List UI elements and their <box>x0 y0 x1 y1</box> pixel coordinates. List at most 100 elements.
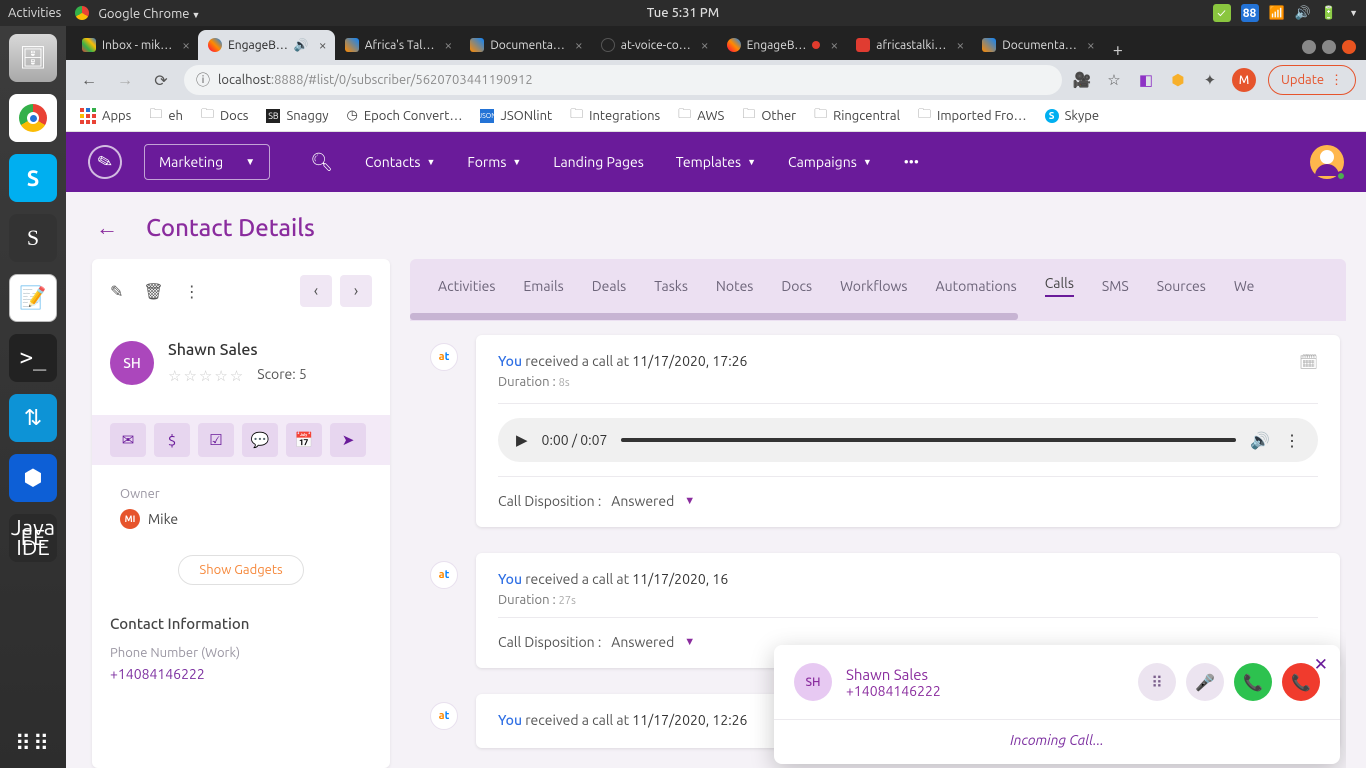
dialpad-button[interactable]: ⠿ <box>1138 663 1176 701</box>
task-action-icon[interactable]: ☑ <box>198 423 234 457</box>
star-rating[interactable]: ☆☆☆☆☆ <box>168 367 245 385</box>
schedule-action-icon[interactable]: 📅 <box>286 423 322 457</box>
launcher-gedit[interactable]: 📝 <box>9 274 57 322</box>
back-arrow[interactable]: ← <box>96 215 118 241</box>
tab-scrollbar[interactable] <box>410 313 1346 321</box>
tab-github[interactable]: at-voice-co…× <box>591 30 717 60</box>
extension-icon[interactable]: ◧ <box>1136 70 1156 90</box>
search-icon[interactable]: 🔍︎ <box>310 152 333 173</box>
nav-landing[interactable]: Landing Pages <box>553 154 643 170</box>
tab-sources[interactable]: Sources <box>1157 278 1206 294</box>
close-icon[interactable]: × <box>830 37 838 53</box>
launcher-ide[interactable]: Java EEIDE <box>9 514 57 562</box>
tab-more-cut[interactable]: We <box>1234 278 1254 294</box>
show-gadgets-button[interactable]: Show Gadgets <box>178 555 303 585</box>
forward-button[interactable]: → <box>112 67 138 93</box>
workspace-select[interactable]: Marketing▼ <box>144 144 270 180</box>
bm-aws[interactable]: 🗀AWS <box>678 105 724 127</box>
owner-value[interactable]: MI Mike <box>120 509 362 529</box>
tab-africastalking-2[interactable]: africastalki…× <box>846 30 972 60</box>
more-icon[interactable]: ⋮ <box>184 282 200 301</box>
tab-docs-1[interactable]: Documenta…× <box>460 30 590 60</box>
send-action-icon[interactable]: ➤ <box>330 423 366 457</box>
tab-inbox[interactable]: Inbox - mik…× <box>72 30 198 60</box>
audio-track[interactable] <box>621 438 1236 442</box>
reload-button[interactable]: ⟳ <box>148 67 174 93</box>
bm-snaggy[interactable]: SBSnaggy <box>266 109 328 123</box>
wifi-icon[interactable]: 📶 <box>1269 6 1285 21</box>
close-icon[interactable]: × <box>444 37 452 53</box>
bm-eh[interactable]: 🗀eh <box>149 105 183 127</box>
caller-name[interactable]: Shawn Sales <box>846 666 941 683</box>
tab-workflows[interactable]: Workflows <box>840 278 907 294</box>
battery-icon[interactable]: 🔋 <box>1321 6 1337 21</box>
nav-more[interactable]: ••• <box>904 154 919 170</box>
tab-notes[interactable]: Notes <box>716 278 753 294</box>
bm-imported[interactable]: 🗀Imported Fro… <box>918 105 1027 127</box>
deal-action-icon[interactable]: $ <box>154 423 190 457</box>
bm-ringcentral[interactable]: 🗀Ringcentral <box>814 105 900 127</box>
system-menu-caret[interactable]: ▼ <box>1349 8 1358 18</box>
bm-jsonlint[interactable]: JSONJSONlint <box>480 109 552 123</box>
close-icon[interactable]: × <box>575 37 583 53</box>
tab-automations[interactable]: Automations <box>936 278 1017 294</box>
extensions-puzzle-icon[interactable]: ✦ <box>1200 70 1220 90</box>
call-disposition[interactable]: Call Disposition : Answered▼ <box>498 493 1318 509</box>
launcher-hex[interactable]: ⬢ <box>9 454 57 502</box>
app-logo[interactable] <box>84 141 126 183</box>
nav-forms[interactable]: Forms▼ <box>467 154 521 170</box>
update-button[interactable]: Update⋮ <box>1268 65 1356 95</box>
tab-engagebay-2[interactable]: EngageB…× <box>717 30 847 60</box>
close-icon[interactable]: × <box>1087 37 1095 53</box>
tab-tasks[interactable]: Tasks <box>654 278 688 294</box>
back-button[interactable]: ← <box>76 67 102 93</box>
tab-africastalking[interactable]: Africa's Tal…× <box>335 30 461 60</box>
close-icon[interactable]: ✕ <box>1314 655 1328 675</box>
bm-apps[interactable]: Apps <box>80 108 131 124</box>
clock[interactable]: Tue 5:31 PM <box>647 6 719 20</box>
email-action-icon[interactable]: ✉ <box>110 423 146 457</box>
nav-templates[interactable]: Templates▼ <box>676 154 756 170</box>
launcher-terminal[interactable]: >_ <box>9 334 57 382</box>
mute-button[interactable]: 🎤 <box>1186 663 1224 701</box>
launcher-transfers[interactable]: ⇅ <box>9 394 57 442</box>
close-icon[interactable]: × <box>182 37 190 53</box>
close-icon[interactable]: × <box>956 37 964 53</box>
prev-contact-button[interactable]: ‹ <box>300 275 332 307</box>
next-contact-button[interactable]: › <box>340 275 372 307</box>
phone-value[interactable]: +14084146222 <box>110 666 372 682</box>
info-icon[interactable]: ⓘ <box>196 70 210 90</box>
launcher-apps[interactable]: ⠿⠿ <box>9 720 57 768</box>
minimize-button[interactable] <box>1302 40 1316 54</box>
bm-skype[interactable]: SSkype <box>1045 109 1099 123</box>
launcher-files[interactable]: 🗄 <box>9 34 57 82</box>
tab-engagebay-active[interactable]: EngageB…🔊× <box>198 30 335 60</box>
tab-activities[interactable]: Activities <box>438 278 495 294</box>
audio-more-icon[interactable]: ⋮ <box>1284 431 1300 450</box>
tab-calls[interactable]: Calls <box>1045 275 1074 297</box>
calendar-icon[interactable]: 🗓 <box>1299 353 1318 371</box>
launcher-chrome[interactable] <box>9 94 57 142</box>
volume-icon[interactable]: 🔊 <box>1295 6 1311 21</box>
caller-number[interactable]: +14084146222 <box>846 683 941 699</box>
camera-icon[interactable]: 🎥 <box>1072 70 1092 90</box>
tray-ok-icon[interactable]: ✓ <box>1213 4 1231 22</box>
profile-avatar[interactable]: M <box>1232 68 1256 92</box>
delete-icon[interactable]: 🗑 <box>143 282 163 301</box>
close-window-button[interactable] <box>1342 40 1356 54</box>
bookmark-star-icon[interactable]: ☆ <box>1104 70 1124 90</box>
tab-docs[interactable]: Docs <box>781 278 812 294</box>
audio-player[interactable]: ▶ 0:00 / 0:07 🔊 ⋮ <box>498 418 1318 462</box>
edit-icon[interactable]: ✎ <box>110 282 123 301</box>
new-tab-button[interactable]: + <box>1103 40 1133 60</box>
launcher-sublime[interactable]: S <box>9 214 57 262</box>
note-action-icon[interactable]: 💬 <box>242 423 278 457</box>
tray-app-icon[interactable]: 88 <box>1241 4 1259 22</box>
extension-icon-2[interactable]: ⬢ <box>1168 70 1188 90</box>
bm-other[interactable]: 🗀Other <box>742 105 796 127</box>
launcher-skype[interactable]: S <box>9 154 57 202</box>
play-icon[interactable]: ▶ <box>516 431 528 449</box>
close-icon[interactable]: × <box>319 37 327 53</box>
maximize-button[interactable] <box>1322 40 1336 54</box>
bm-epoch[interactable]: ◷Epoch Convert… <box>347 108 463 123</box>
